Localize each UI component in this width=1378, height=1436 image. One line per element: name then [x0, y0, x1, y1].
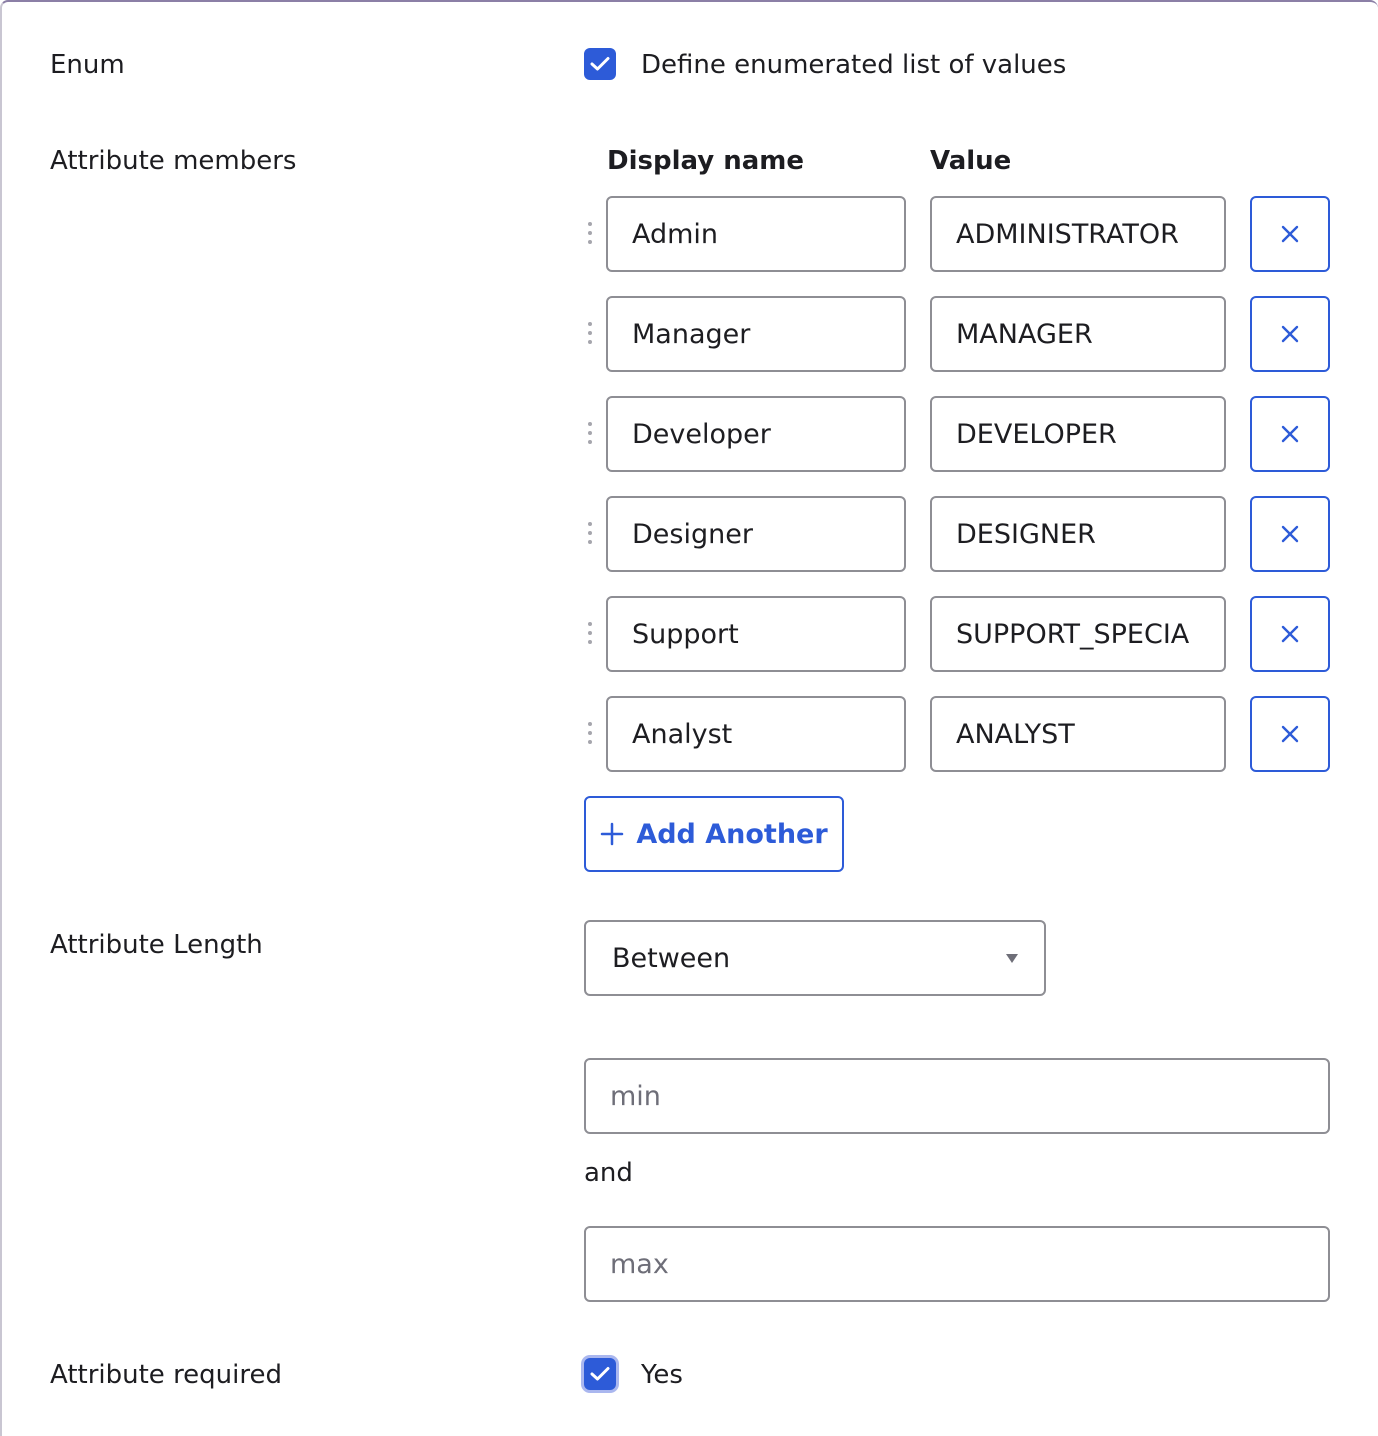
value-input[interactable]: MANAGER: [930, 296, 1226, 372]
enum-checkbox-label: Define enumerated list of values: [641, 50, 1067, 80]
display-name-input[interactable]: Support: [606, 596, 906, 672]
value-input[interactable]: ANALYST: [930, 696, 1226, 772]
remove-row-button[interactable]: [1250, 396, 1330, 472]
checkmark-icon: [590, 57, 610, 71]
remove-row-button[interactable]: [1250, 596, 1330, 672]
drag-handle-icon[interactable]: [587, 722, 593, 744]
attribute-length-label: Attribute Length: [50, 930, 263, 960]
remove-row-button[interactable]: [1250, 696, 1330, 772]
close-icon: [1281, 325, 1299, 343]
value-input[interactable]: DEVELOPER: [930, 396, 1226, 472]
drag-handle-icon[interactable]: [587, 622, 593, 644]
close-icon: [1281, 425, 1299, 443]
remove-row-button[interactable]: [1250, 196, 1330, 272]
display-name-input[interactable]: Analyst: [606, 696, 906, 772]
drag-handle-icon[interactable]: [587, 522, 593, 544]
plus-icon: [601, 822, 624, 846]
attribute-members-label: Attribute members: [50, 146, 297, 176]
caret-down-icon: [1006, 953, 1018, 963]
display-name-input[interactable]: Admin: [606, 196, 906, 272]
close-icon: [1281, 725, 1299, 743]
value-input[interactable]: SUPPORT_SPECIA: [930, 596, 1226, 672]
drag-handle-icon[interactable]: [587, 422, 593, 444]
display-name-input[interactable]: Developer: [606, 396, 906, 472]
close-icon: [1281, 625, 1299, 643]
enum-label: Enum: [50, 50, 125, 80]
value-header: Value: [930, 146, 1012, 176]
close-icon: [1281, 525, 1299, 543]
display-name-header: Display name: [607, 146, 805, 176]
length-select-value: Between: [612, 942, 731, 974]
add-another-button[interactable]: Add Another: [584, 796, 844, 872]
required-checkbox[interactable]: [584, 1358, 616, 1390]
drag-handle-icon[interactable]: [587, 322, 593, 344]
add-another-label: Add Another: [636, 818, 828, 850]
value-input[interactable]: DESIGNER: [930, 496, 1226, 572]
close-icon: [1281, 225, 1299, 243]
drag-handle-icon[interactable]: [587, 222, 593, 244]
display-name-input[interactable]: Designer: [606, 496, 906, 572]
remove-row-button[interactable]: [1250, 296, 1330, 372]
max-length-input[interactable]: max: [584, 1226, 1330, 1302]
enum-checkbox[interactable]: [584, 48, 616, 80]
required-checkbox-label: Yes: [641, 1360, 683, 1390]
value-input[interactable]: ADMINISTRATOR: [930, 196, 1226, 272]
attribute-required-label: Attribute required: [50, 1360, 283, 1390]
display-name-input[interactable]: Manager: [606, 296, 906, 372]
min-length-input[interactable]: min: [584, 1058, 1330, 1134]
checkmark-icon: [590, 1367, 610, 1381]
length-select[interactable]: Between: [584, 920, 1046, 996]
remove-row-button[interactable]: [1250, 496, 1330, 572]
and-label: and: [584, 1158, 633, 1188]
